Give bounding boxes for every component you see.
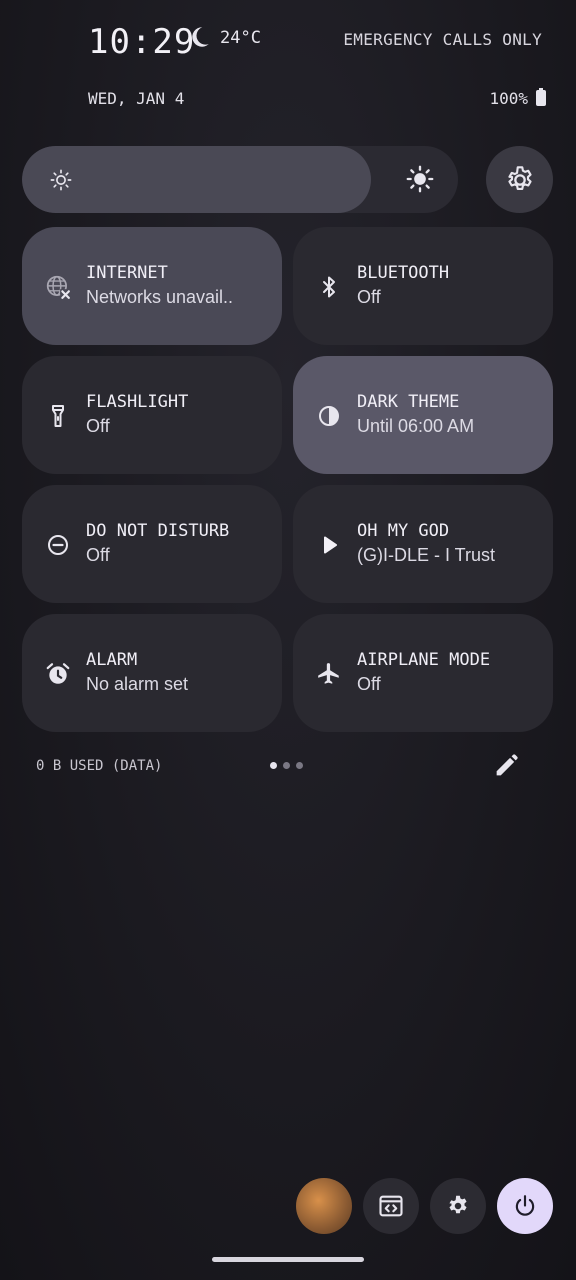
settings-button[interactable]: [486, 146, 553, 213]
page-dot: [283, 762, 290, 769]
alarm-icon: [44, 660, 72, 688]
brightness-low-icon: [50, 169, 72, 191]
tile-alarm[interactable]: ALARM No alarm set: [22, 614, 282, 732]
moon-icon: [192, 27, 209, 47]
power-icon: [515, 1195, 535, 1216]
flashlight-icon: [44, 402, 72, 430]
tile-media[interactable]: OH MY GOD (G)I-DLE - I Trust: [293, 485, 553, 603]
tile-subtitle: Off: [357, 674, 381, 694]
page-indicator: [270, 762, 303, 769]
tile-subtitle: Off: [86, 416, 110, 436]
battery-percent: 100%: [489, 89, 528, 108]
tile-bluetooth[interactable]: BLUETOOTH Off: [293, 227, 553, 345]
brightness-slider[interactable]: [22, 146, 458, 213]
page-dot: [296, 762, 303, 769]
date[interactable]: WED, JAN 4: [88, 89, 184, 108]
tile-subtitle: Networks unavail..: [86, 287, 234, 307]
tile-title: OH MY GOD: [357, 521, 450, 541]
contrast-icon: [315, 402, 343, 430]
navigation-handle[interactable]: [212, 1257, 364, 1262]
battery-icon: [536, 88, 546, 106]
tile-title: FLASHLIGHT: [86, 392, 189, 412]
settings-shortcut-button[interactable]: [430, 1178, 486, 1234]
tile-title: ALARM: [86, 650, 138, 670]
tile-subtitle: Off: [86, 545, 110, 565]
pencil-icon: [496, 754, 518, 776]
developer-button[interactable]: [363, 1178, 419, 1234]
gear-icon: [507, 165, 532, 190]
tile-subtitle: Until 06:00 AM: [357, 416, 475, 436]
tile-flashlight[interactable]: FLASHLIGHT Off: [22, 356, 282, 474]
clock[interactable]: 10:29: [88, 22, 195, 62]
gear-icon: [449, 1195, 467, 1214]
code-window-icon: [379, 1195, 403, 1217]
tile-title: DARK THEME: [357, 392, 460, 412]
tile-title: INTERNET: [86, 263, 168, 283]
network-status: EMERGENCY CALLS ONLY: [343, 30, 542, 49]
tile-airplane-mode[interactable]: AIRPLANE MODE Off: [293, 614, 553, 732]
dnd-icon: [44, 531, 72, 559]
play-icon: [315, 531, 343, 559]
tile-subtitle: Off: [357, 287, 381, 307]
edit-button[interactable]: [492, 752, 520, 780]
power-button[interactable]: [497, 1178, 553, 1234]
tile-title: DO NOT DISTURB: [86, 521, 230, 541]
airplane-icon: [315, 660, 343, 688]
tile-subtitle: No alarm set: [86, 674, 189, 694]
tile-subtitle: (G)I-DLE - I Trust: [357, 545, 496, 565]
globe-off-icon: [44, 273, 72, 301]
tile-internet[interactable]: INTERNET Networks unavail..: [22, 227, 282, 345]
page-dot: [270, 762, 277, 769]
data-usage-label[interactable]: 0 B USED (DATA): [36, 758, 162, 774]
tile-title: AIRPLANE MODE: [357, 650, 491, 670]
user-avatar-button[interactable]: [296, 1178, 352, 1234]
brightness-fill: [22, 146, 371, 213]
bluetooth-icon: [315, 273, 343, 301]
tile-do-not-disturb[interactable]: DO NOT DISTURB Off: [22, 485, 282, 603]
brightness-high-icon: [406, 165, 434, 193]
temperature: 24°C: [220, 28, 261, 48]
tile-dark-theme[interactable]: DARK THEME Until 06:00 AM: [293, 356, 553, 474]
tile-title: BLUETOOTH: [357, 263, 450, 283]
